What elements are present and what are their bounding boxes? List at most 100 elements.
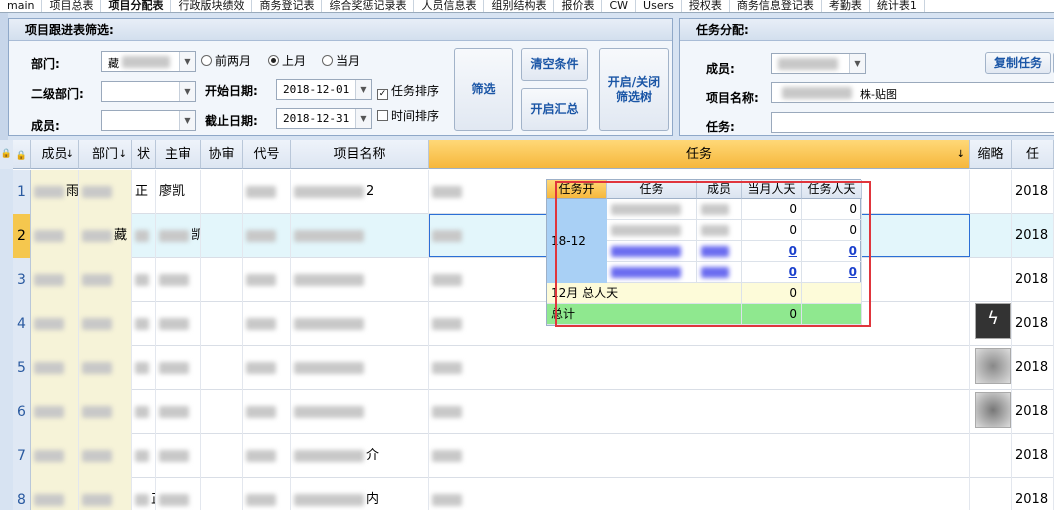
row-number[interactable]: 5	[13, 346, 31, 390]
cell-project-name[interactable]	[291, 214, 429, 258]
thumbnail-tree-image[interactable]	[975, 392, 1011, 428]
cell-reviewer[interactable]	[156, 434, 201, 478]
assign-member-select[interactable]: ▼	[771, 53, 866, 74]
row-number[interactable]: 4	[13, 302, 31, 346]
sort-arrow-icon[interactable]: ↓	[119, 140, 127, 169]
chevron-down-icon[interactable]: ▼	[179, 52, 195, 71]
cell-co-reviewer[interactable]	[201, 478, 243, 510]
cell-dept[interactable]	[79, 434, 132, 478]
column-header-co-reviewer[interactable]: 协审	[201, 140, 243, 169]
start-date-input[interactable]: 2018-12-01 ▼	[276, 79, 372, 100]
column-header-dept[interactable]: 部门 ↓	[79, 140, 132, 169]
cell-code[interactable]	[243, 170, 291, 214]
tab-9[interactable]: CW	[602, 0, 637, 12]
cell-status[interactable]	[132, 258, 156, 302]
thumbnail-image[interactable]: ϟ	[975, 303, 1011, 339]
tab-8[interactable]: 报价表	[554, 0, 603, 12]
cell-dept[interactable]	[79, 170, 132, 214]
cell-co-reviewer[interactable]	[201, 346, 243, 390]
member-select[interactable]: ▼	[101, 110, 196, 131]
tab-13[interactable]: 考勤表	[822, 0, 870, 12]
table-row[interactable]: 7 介 2018	[13, 434, 1054, 478]
tab-4[interactable]: 商务登记表	[252, 0, 323, 12]
cell-project-name[interactable]	[291, 346, 429, 390]
cell-task[interactable]	[429, 478, 970, 510]
row-number[interactable]: 6	[13, 390, 31, 434]
cell-status[interactable]	[132, 214, 156, 258]
task-sort-checkbox[interactable]: ✓ 任务排序	[377, 82, 439, 100]
cell-reviewer[interactable]	[156, 302, 201, 346]
tab-2[interactable]: 项目分配表	[101, 0, 172, 12]
time-sort-checkbox[interactable]: 时间排序	[377, 107, 439, 124]
cell-co-reviewer[interactable]	[201, 170, 243, 214]
cell-code[interactable]	[243, 346, 291, 390]
chevron-down-icon[interactable]: ▼	[179, 111, 195, 130]
column-header-task[interactable]: 任务 ↓	[429, 140, 970, 169]
chevron-down-icon[interactable]: ▼	[849, 54, 865, 73]
summary-button[interactable]: 开启汇总	[521, 88, 588, 131]
cell-reviewer[interactable]: 凯	[156, 214, 201, 258]
project-name-input[interactable]: 株-贴图	[771, 82, 1054, 103]
table-row[interactable]: 1 雨 正廖凯 2 2018	[13, 170, 1054, 214]
cell-member[interactable]	[31, 346, 79, 390]
cell-status[interactable]	[132, 346, 156, 390]
cell-reviewer[interactable]	[156, 258, 201, 302]
table-row[interactable]: 6 2018	[13, 390, 1054, 434]
cell-thumbnail[interactable]	[970, 258, 1012, 302]
table-row[interactable]: 4 2018	[13, 302, 1054, 346]
tab-3[interactable]: 行政版块绩效	[171, 0, 253, 12]
row-number[interactable]: 3	[13, 258, 31, 302]
radio-last-month[interactable]: 上月	[268, 52, 306, 69]
cell-dept[interactable]	[79, 258, 132, 302]
row-number[interactable]: 1	[13, 170, 31, 214]
column-header-code[interactable]: 代号	[243, 140, 291, 169]
thumbnail-tree-image[interactable]	[975, 348, 1011, 384]
cell-code[interactable]	[243, 258, 291, 302]
cell-status[interactable]	[132, 434, 156, 478]
chevron-down-icon[interactable]: ▼	[355, 109, 371, 128]
cell-project-name[interactable]	[291, 302, 429, 346]
cell-dept[interactable]	[79, 478, 132, 510]
cell-co-reviewer[interactable]	[201, 258, 243, 302]
cell-task-year[interactable]: 2018	[1012, 346, 1054, 390]
cell-task[interactable]	[429, 390, 970, 434]
row-number[interactable]: 8	[13, 478, 31, 510]
row-number[interactable]: 7	[13, 434, 31, 478]
filter-button[interactable]: 筛选	[454, 48, 513, 131]
radio-two-months[interactable]: 前两月	[201, 52, 251, 69]
cell-task-year[interactable]: 2018	[1012, 390, 1054, 434]
cell-code[interactable]	[243, 302, 291, 346]
cell-reviewer[interactable]	[156, 478, 201, 510]
sort-arrow-icon[interactable]: ↓	[957, 140, 965, 169]
cell-dept[interactable]	[79, 302, 132, 346]
row-number[interactable]: 2	[13, 214, 31, 258]
cell-thumbnail[interactable]	[970, 478, 1012, 510]
cell-project-name[interactable]	[291, 390, 429, 434]
tab-0[interactable]: main	[0, 0, 43, 12]
cell-dept[interactable]: 藏	[79, 214, 132, 258]
cell-dept[interactable]	[79, 390, 132, 434]
sort-arrow-icon[interactable]: ↓	[66, 140, 74, 169]
toggle-tree-button[interactable]: 开启/关闭 筛选树	[599, 48, 669, 131]
column-header-status[interactable]: 状	[132, 140, 156, 169]
table-row[interactable]: 5 2018	[13, 346, 1054, 390]
cell-member[interactable]	[31, 478, 79, 510]
cell-dept[interactable]	[79, 346, 132, 390]
cell-code[interactable]	[243, 478, 291, 510]
cell-status[interactable]	[132, 302, 156, 346]
tab-5[interactable]: 综合奖惩记录表	[322, 0, 415, 12]
cell-member[interactable]	[31, 390, 79, 434]
column-header-reviewer[interactable]: 主审	[156, 140, 201, 169]
tab-12[interactable]: 商务信息登记表	[730, 0, 822, 12]
cell-task-year[interactable]: 2018	[1012, 434, 1054, 478]
cell-co-reviewer[interactable]	[201, 302, 243, 346]
cell-reviewer[interactable]: 廖凯	[156, 170, 201, 214]
end-date-input[interactable]: 2018-12-31 ▼	[276, 108, 372, 129]
cell-task-year[interactable]: 2018	[1012, 478, 1054, 510]
chevron-down-icon[interactable]: ▼	[179, 82, 195, 101]
tab-7[interactable]: 组别结构表	[484, 0, 555, 12]
column-header-member[interactable]: 成员 ↓	[31, 140, 79, 169]
table-row[interactable]: 3 2018	[13, 258, 1054, 302]
cell-thumbnail[interactable]	[970, 214, 1012, 258]
cell-reviewer[interactable]	[156, 390, 201, 434]
